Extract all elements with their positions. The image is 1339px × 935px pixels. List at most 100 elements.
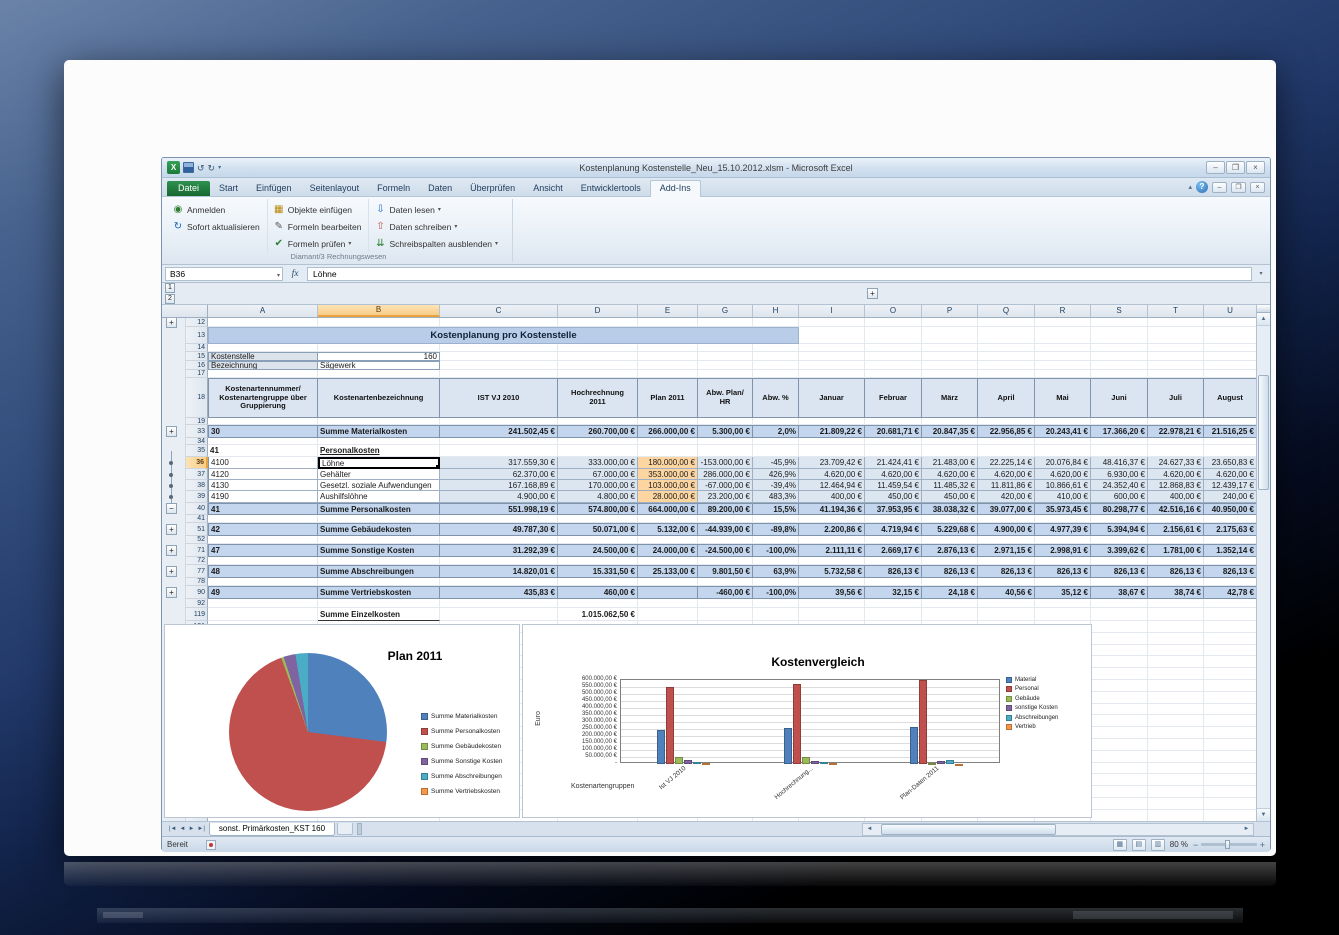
cell[interactable] bbox=[318, 344, 440, 352]
column-header-A[interactable]: A bbox=[208, 305, 318, 317]
workbook-minimize-button[interactable]: – bbox=[1212, 181, 1227, 193]
cell[interactable] bbox=[1091, 668, 1148, 680]
cell[interactable] bbox=[1204, 797, 1257, 810]
ribbon-tab-entwicklertools[interactable]: Entwicklertools bbox=[572, 181, 650, 196]
cell[interactable] bbox=[865, 536, 922, 544]
column-header-I[interactable]: I bbox=[799, 305, 865, 317]
cell[interactable]: 6.930,00 € bbox=[1091, 469, 1148, 480]
column-header-R[interactable]: R bbox=[1035, 305, 1091, 317]
cell[interactable]: 4100 bbox=[208, 457, 318, 469]
cell[interactable]: 574.800,00 € bbox=[558, 503, 638, 515]
cell[interactable]: -460,00 € bbox=[698, 586, 753, 599]
cell[interactable]: Summe Abschreibungen bbox=[318, 565, 440, 578]
cell[interactable] bbox=[978, 608, 1035, 621]
cell[interactable]: 400,00 € bbox=[799, 491, 865, 503]
cell[interactable] bbox=[698, 557, 753, 565]
cell[interactable]: 4130 bbox=[208, 480, 318, 491]
cell[interactable] bbox=[1091, 578, 1148, 586]
cell[interactable] bbox=[922, 361, 978, 370]
cell[interactable] bbox=[922, 352, 978, 361]
cell[interactable]: -153.000,00 € bbox=[698, 457, 753, 469]
cell[interactable]: 664.000,00 € bbox=[638, 503, 698, 515]
cell[interactable]: Summe Sonstige Kosten bbox=[318, 544, 440, 557]
cell[interactable] bbox=[865, 438, 922, 445]
cell[interactable]: 89.200,00 € bbox=[698, 503, 753, 515]
cell[interactable] bbox=[208, 557, 318, 565]
cell[interactable]: 14.820,01 € bbox=[440, 565, 558, 578]
cell[interactable]: 2.200,86 € bbox=[799, 523, 865, 536]
cell[interactable]: 80.298,77 € bbox=[1091, 503, 1148, 515]
cell[interactable] bbox=[865, 352, 922, 361]
cell[interactable]: 24.000,00 € bbox=[638, 544, 698, 557]
cell[interactable] bbox=[1204, 715, 1257, 728]
cell[interactable] bbox=[978, 361, 1035, 370]
row-header-34[interactable]: 34 bbox=[186, 438, 208, 445]
cell[interactable] bbox=[1204, 656, 1257, 669]
cell[interactable]: 37.953,95 € bbox=[865, 503, 922, 515]
cell[interactable]: 420,00 € bbox=[978, 491, 1035, 503]
row-header-78[interactable]: 78 bbox=[186, 578, 208, 586]
cell[interactable]: 23.709,42 € bbox=[799, 457, 865, 469]
row-header-119[interactable]: 119 bbox=[186, 608, 208, 621]
cell[interactable]: April bbox=[978, 378, 1035, 418]
cell[interactable] bbox=[440, 557, 558, 565]
cell[interactable]: 170.000,00 € bbox=[558, 480, 638, 491]
cell[interactable]: 4.800,00 € bbox=[558, 491, 638, 503]
column-header-S[interactable]: S bbox=[1091, 305, 1148, 317]
cell[interactable]: 12.439,17 € bbox=[1204, 480, 1257, 491]
cell[interactable] bbox=[558, 438, 638, 445]
cell[interactable] bbox=[1091, 691, 1148, 704]
cell[interactable] bbox=[318, 599, 440, 608]
cell[interactable]: 23.650,83 € bbox=[1204, 457, 1257, 469]
cell[interactable]: 5.732,58 € bbox=[799, 565, 865, 578]
cell[interactable]: Summe Gebäudekosten bbox=[318, 523, 440, 536]
ribbon-tab-überprüfen[interactable]: Überprüfen bbox=[461, 181, 524, 196]
cell[interactable]: 2.175,63 € bbox=[1204, 523, 1257, 536]
vertical-scrollbar[interactable]: ▲ ▼ bbox=[1256, 305, 1270, 821]
cell[interactable] bbox=[638, 515, 698, 523]
cell[interactable] bbox=[978, 438, 1035, 445]
cell[interactable] bbox=[558, 361, 638, 370]
column-header-T[interactable]: T bbox=[1148, 305, 1204, 317]
cell[interactable] bbox=[1148, 418, 1204, 425]
cell[interactable]: -67.000,00 € bbox=[698, 480, 753, 491]
save-icon[interactable] bbox=[183, 162, 194, 173]
name-box[interactable]: B36 ▾ bbox=[165, 266, 283, 281]
cell[interactable] bbox=[638, 599, 698, 608]
cell[interactable] bbox=[558, 599, 638, 608]
cell[interactable]: 4.620,00 € bbox=[978, 469, 1035, 480]
cell[interactable]: Mai bbox=[1035, 378, 1091, 418]
cell[interactable] bbox=[865, 557, 922, 565]
collapse-ribbon-icon[interactable]: ▴ bbox=[1188, 183, 1192, 191]
cell[interactable] bbox=[318, 557, 440, 565]
cell[interactable] bbox=[753, 438, 799, 445]
tab-split-handle[interactable] bbox=[357, 823, 363, 835]
ribbon-tab-formeln[interactable]: Formeln bbox=[368, 181, 419, 196]
cell[interactable]: Summe Einzelkosten bbox=[318, 608, 440, 621]
cell[interactable]: Gehälter bbox=[318, 469, 440, 480]
cell[interactable] bbox=[558, 370, 638, 378]
cell[interactable] bbox=[558, 418, 638, 425]
cell[interactable]: 42,78 € bbox=[1204, 586, 1257, 599]
cell[interactable] bbox=[1035, 599, 1091, 608]
row-header-15[interactable]: 15 bbox=[186, 352, 208, 361]
cell[interactable] bbox=[978, 599, 1035, 608]
cell[interactable] bbox=[698, 418, 753, 425]
cell[interactable]: 41.194,36 € bbox=[799, 503, 865, 515]
cell[interactable]: 31.292,39 € bbox=[440, 544, 558, 557]
cell[interactable]: 48 bbox=[208, 565, 318, 578]
cell[interactable]: 450,00 € bbox=[922, 491, 978, 503]
cell[interactable]: Löhne bbox=[318, 457, 440, 469]
cell[interactable] bbox=[753, 318, 799, 327]
cell[interactable]: 62.370,00 € bbox=[440, 469, 558, 480]
cell[interactable]: 103.000,00 € bbox=[638, 480, 698, 491]
bar-chart-object[interactable]: Kostenvergleich Euro 600.000,00 €550.000,0… bbox=[522, 624, 1092, 818]
cell[interactable]: 400,00 € bbox=[1148, 491, 1204, 503]
column-header-E[interactable]: E bbox=[638, 305, 698, 317]
cell[interactable] bbox=[1148, 370, 1204, 378]
cell[interactable]: 15,5% bbox=[753, 503, 799, 515]
cell[interactable]: 826,13 € bbox=[1148, 565, 1204, 578]
cell[interactable] bbox=[638, 418, 698, 425]
cell[interactable] bbox=[978, 536, 1035, 544]
row-header-72[interactable]: 72 bbox=[186, 557, 208, 565]
